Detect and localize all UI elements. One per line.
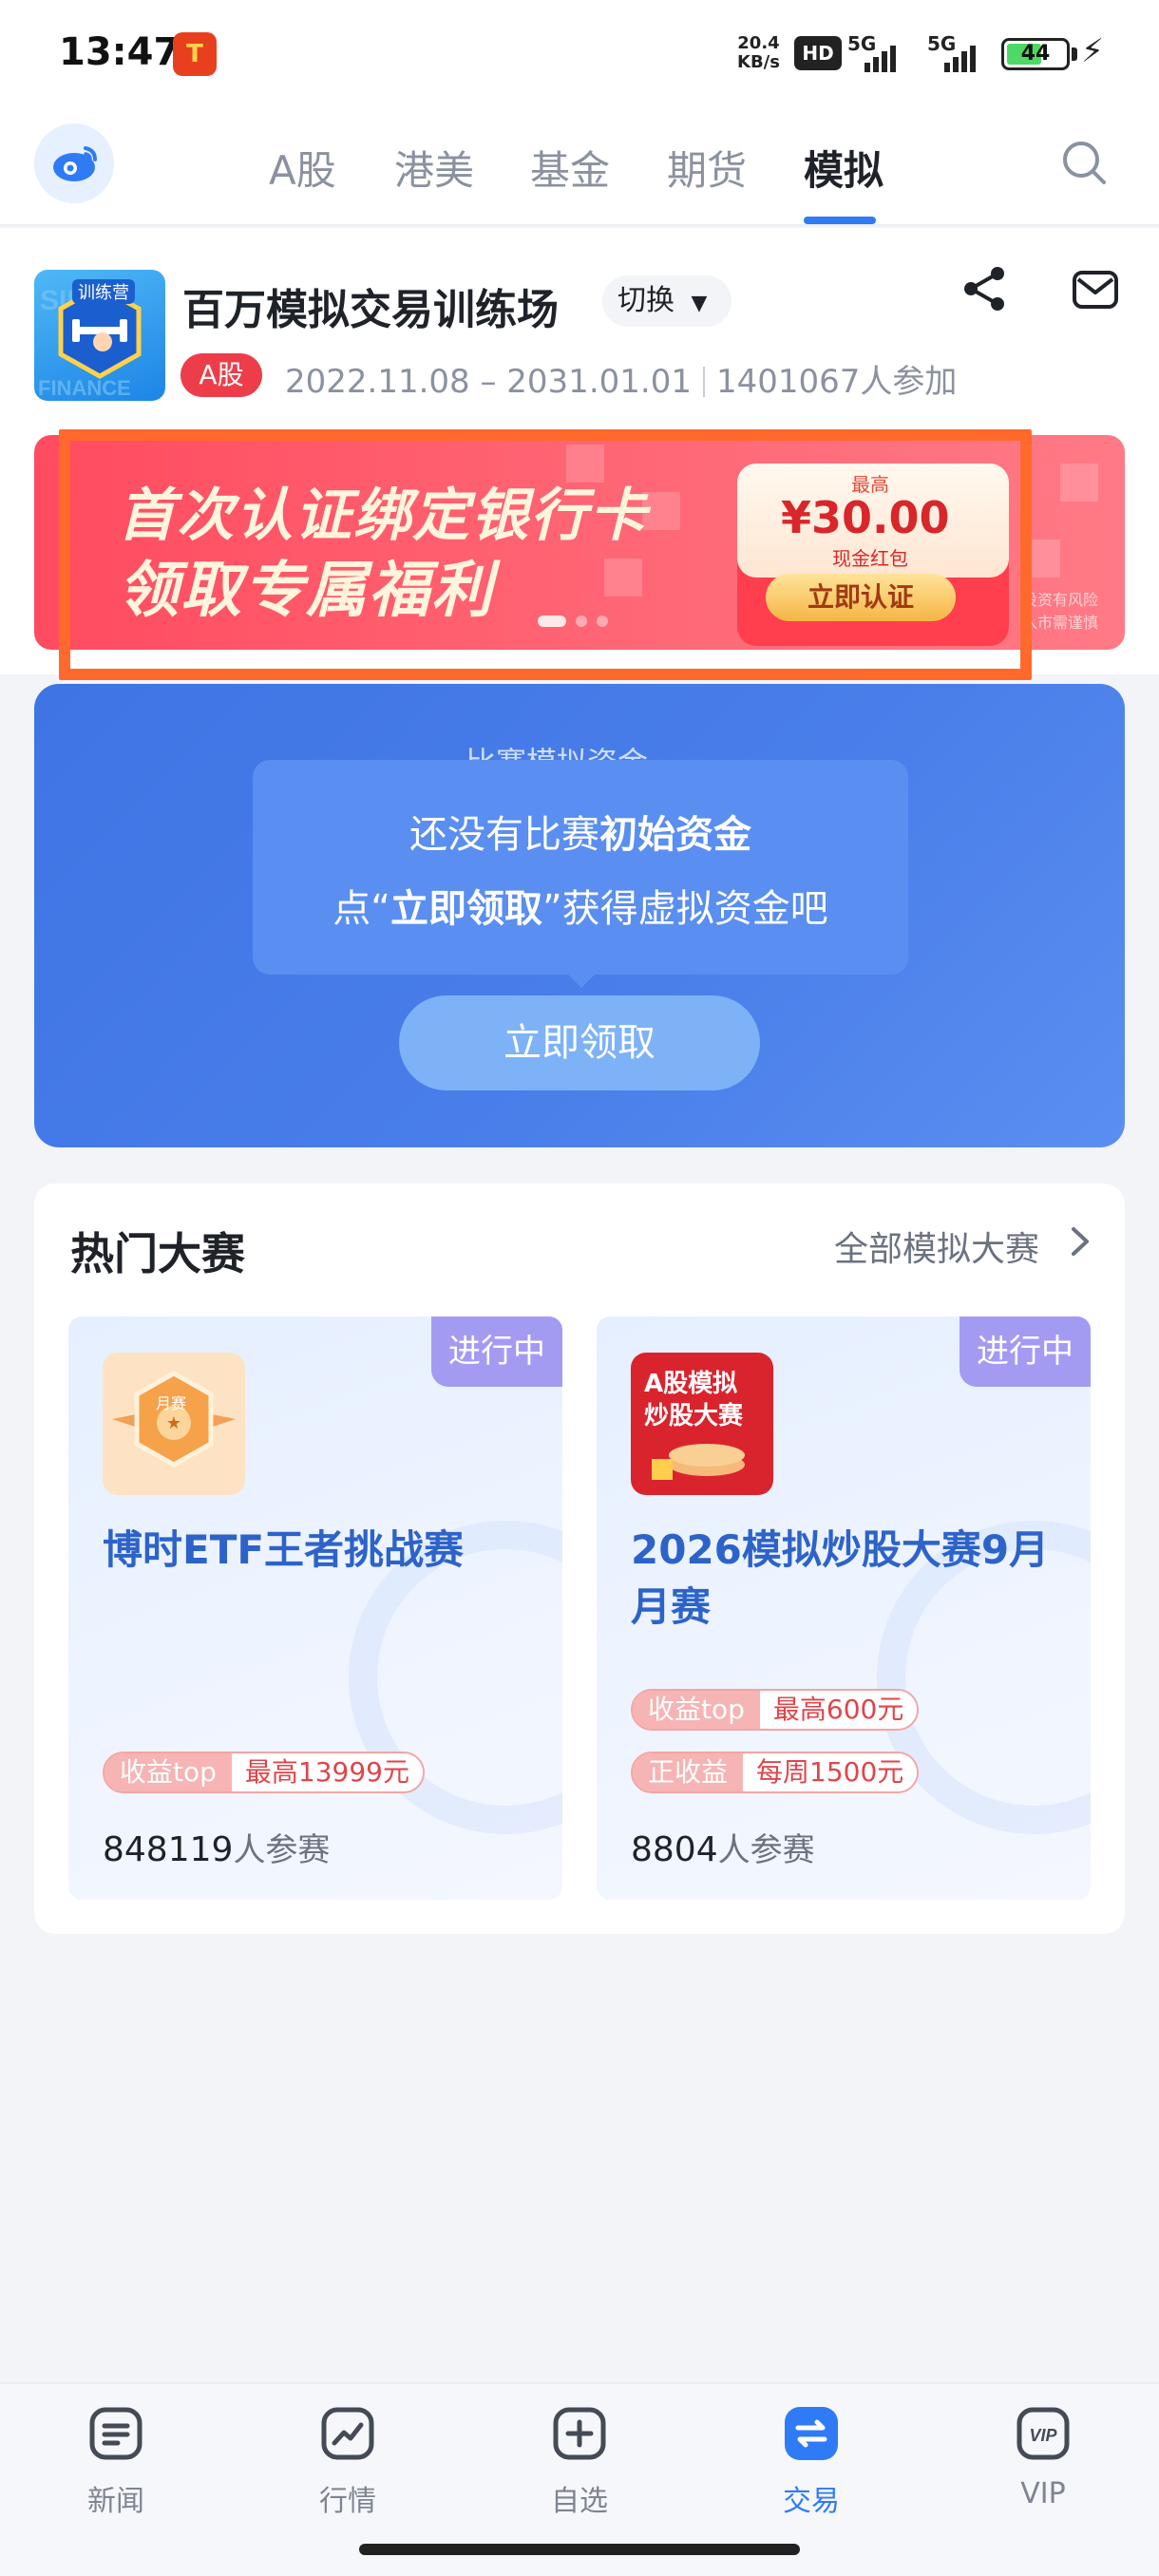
share-icon[interactable] — [958, 262, 1011, 315]
contest-logo: SINA FINANCE 训练营 — [34, 270, 165, 401]
active-tab-indicator — [804, 217, 876, 224]
hot-contests-title: 热门大赛 — [70, 1228, 245, 1279]
contest-participants: 1401067人参加 — [715, 363, 958, 401]
nav-label: VIP — [1020, 2477, 1066, 2510]
signal-bars-1-icon — [864, 44, 896, 72]
status-time: 13:47 — [59, 30, 180, 74]
contest-name: 2026模拟炒股大赛9月月赛 — [631, 1526, 1050, 1630]
tab-a-shares[interactable]: A股 — [269, 139, 336, 197]
search-icon[interactable] — [1058, 137, 1110, 188]
svg-text:FINANCE: FINANCE — [38, 376, 131, 400]
contest-icon: A股模拟 炒股大赛 — [631, 1353, 773, 1495]
svg-text:VIP: VIP — [1029, 2426, 1057, 2445]
nav-item-trade[interactable]: 交易 — [754, 2405, 868, 2519]
participant-count: 8804人参赛 — [631, 1830, 815, 1869]
nav-label: 行情 — [319, 2485, 376, 2518]
reward-tag: 正收益 每周1500元 — [631, 1752, 920, 1793]
tab-futures[interactable]: 期货 — [667, 139, 747, 197]
vip-icon: VIP — [1015, 2405, 1072, 2462]
contest-name: 博时ETF王者挑战赛 — [103, 1526, 465, 1573]
tab-hk-us[interactable]: 港美 — [394, 139, 474, 197]
app-notification-icon: T — [173, 32, 217, 76]
tab-funds[interactable]: 基金 — [530, 139, 610, 197]
reward-tag: 收益top 最高600元 — [631, 1689, 920, 1731]
exchange-icon — [783, 2405, 840, 2462]
charging-icon: ⚡ — [1081, 32, 1104, 70]
contest-meta: 2022.11.08 – 2031.01.01 1401067人参加 — [285, 355, 957, 402]
participant-count: 848119人参赛 — [103, 1830, 331, 1869]
market-badge: A股 — [180, 353, 262, 397]
sina-logo-icon[interactable] — [34, 123, 114, 203]
nav-label: 自选 — [551, 2485, 608, 2518]
contest-date-range: 2022.11.08 – 2031.01.01 — [285, 363, 692, 401]
fund-tooltip — [253, 760, 908, 975]
top-nav: A股 港美 基金 期货 模拟 — [0, 104, 1159, 226]
tooltip-line-2: 点“立即领取”获得虚拟资金吧 — [332, 887, 828, 931]
battery-icon: 44 — [1001, 38, 1070, 70]
nav-item-market[interactable]: 行情 — [291, 2405, 405, 2519]
switch-contest-button[interactable]: 切换 ▼ — [602, 275, 732, 327]
tab-simulation[interactable]: 模拟 — [804, 139, 884, 197]
all-contests-link[interactable]: 全部模拟大赛 — [834, 1222, 1039, 1271]
contest-icon: ★ 月赛 — [103, 1353, 245, 1495]
status-badge: 进行中 — [960, 1316, 1091, 1387]
highlight-frame — [59, 429, 1032, 680]
chevron-right-icon[interactable] — [1066, 1222, 1094, 1261]
contest-title: 百万模拟交易训练场 — [182, 286, 559, 334]
tooltip-line-1: 还没有比赛初始资金 — [409, 813, 751, 857]
svg-text:★: ★ — [166, 1413, 181, 1433]
nav-item-news[interactable]: 新闻 — [59, 2405, 173, 2519]
hd-voice-icon: HD — [794, 36, 842, 70]
message-icon[interactable] — [1070, 264, 1121, 315]
caret-down-icon: ▼ — [691, 292, 708, 315]
nav-item-watchlist[interactable]: 自选 — [522, 2405, 636, 2519]
signal-bars-2-icon — [944, 44, 976, 72]
news-icon — [87, 2405, 144, 2462]
reward-tag: 收益top 最高13999元 — [103, 1752, 425, 1793]
home-indicator[interactable] — [359, 2544, 800, 2555]
status-badge: 进行中 — [431, 1316, 562, 1387]
network-speed: 20.4 KB/s — [737, 33, 780, 72]
risk-notice: 投资有风险 入市需谨慎 — [1022, 591, 1099, 632]
nav-label: 新闻 — [87, 2485, 144, 2518]
plus-box-icon — [551, 2405, 608, 2462]
chart-icon — [319, 2405, 376, 2462]
nav-label: 交易 — [783, 2485, 840, 2518]
nav-item-vip[interactable]: VIP VIP — [986, 2405, 1100, 2510]
claim-funds-button[interactable]: 立即领取 — [399, 995, 760, 1090]
